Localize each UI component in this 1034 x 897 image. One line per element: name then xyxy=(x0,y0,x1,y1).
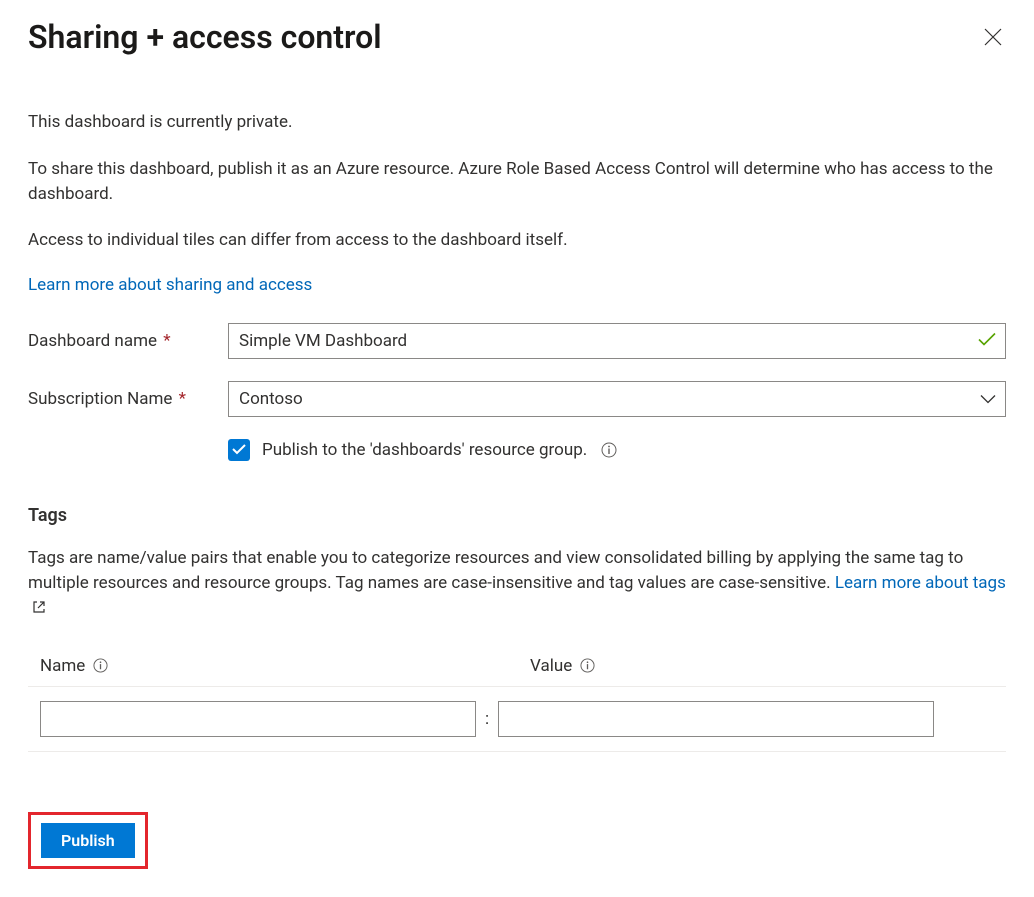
tags-col-name: Name xyxy=(40,656,85,676)
intro-private-text: This dashboard is currently private. xyxy=(28,110,1006,135)
intro-tiles-text: Access to individual tiles can differ fr… xyxy=(28,228,1006,253)
tags-section-title: Tags xyxy=(28,505,1006,526)
page-title: Sharing + access control xyxy=(28,18,382,56)
external-link-icon xyxy=(32,597,46,622)
dashboard-name-input[interactable] xyxy=(228,323,1006,359)
tag-separator: : xyxy=(476,709,498,729)
info-icon[interactable] xyxy=(580,658,595,673)
intro-share-text: To share this dashboard, publish it as a… xyxy=(28,157,1006,206)
info-icon[interactable] xyxy=(93,658,108,673)
dashboard-name-label: Dashboard name * xyxy=(28,331,228,351)
publish-button[interactable]: Publish xyxy=(41,823,135,858)
tag-name-input[interactable] xyxy=(40,701,476,737)
checkmark-icon xyxy=(232,444,246,455)
publish-highlight-box: Publish xyxy=(28,812,148,869)
tags-description: Tags are name/value pairs that enable yo… xyxy=(28,546,1006,622)
close-button[interactable] xyxy=(980,24,1006,50)
tag-value-input[interactable] xyxy=(498,701,934,737)
learn-sharing-link[interactable]: Learn more about sharing and access xyxy=(28,275,312,295)
subscription-name-label: Subscription Name * xyxy=(28,389,228,409)
tags-grid: Name Value : xyxy=(28,648,1006,752)
tags-header-row: Name Value xyxy=(28,648,1006,687)
tags-col-value: Value xyxy=(530,656,572,676)
info-icon[interactable] xyxy=(601,442,617,458)
subscription-select[interactable] xyxy=(228,381,1006,417)
close-icon xyxy=(984,28,1002,46)
tag-row: : xyxy=(28,687,1006,752)
publish-checkbox-label: Publish to the 'dashboards' resource gro… xyxy=(262,440,587,460)
publish-resource-group-checkbox[interactable] xyxy=(228,439,250,461)
